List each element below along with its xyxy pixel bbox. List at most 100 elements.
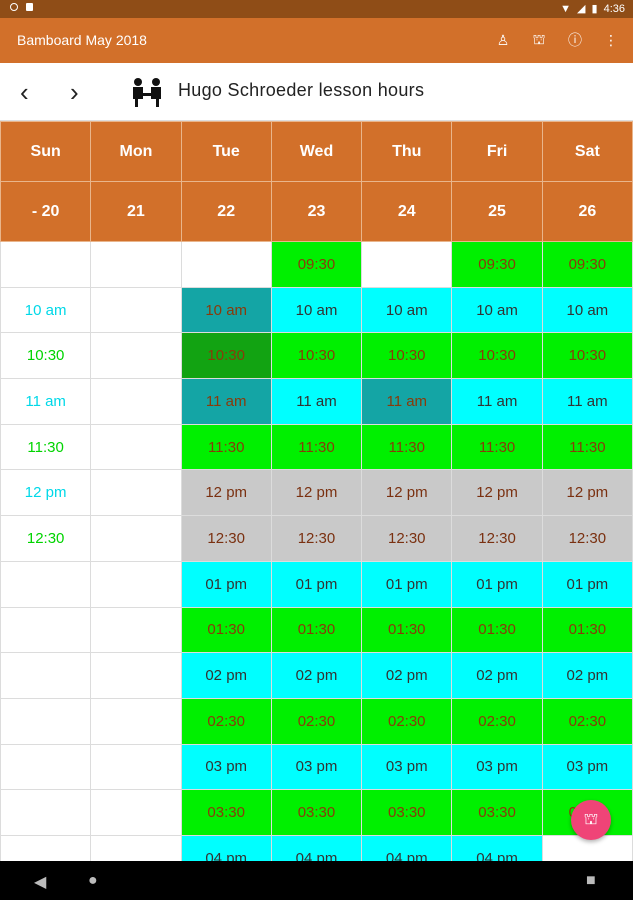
teacher-icon[interactable]: ♙ [493, 30, 513, 50]
time-slot-row: 10:30 10:30 10:30 10:30 10:30 10:30 [0, 332, 633, 380]
slot-sat[interactable]: 12 pm [541, 469, 633, 517]
next-week-button[interactable]: › [70, 79, 79, 105]
slot-sat[interactable]: 02:30 [541, 697, 633, 745]
slot-thu[interactable]: 03 pm [361, 743, 453, 791]
slot-fri[interactable]: 09:30 [451, 241, 543, 288]
slot-wed[interactable]: 03 pm [270, 743, 363, 791]
slot-thu[interactable]: 11 am [361, 378, 453, 425]
slot-wed[interactable]: 01 pm [270, 560, 363, 608]
date-header-row: - 20 21 22 23 24 25 26 [0, 181, 633, 242]
overflow-menu-icon[interactable]: ⋮ [601, 30, 621, 50]
slot-tue[interactable]: 10:30 [180, 332, 272, 380]
slot-thu[interactable]: 01:30 [361, 606, 453, 654]
day-wed: Wed [270, 121, 363, 182]
slot-fri[interactable]: 03:30 [451, 789, 543, 836]
slot-tue[interactable]: 03:30 [180, 789, 272, 836]
slot-tue[interactable]: 03 pm [180, 743, 272, 791]
app-title: Bamboard May 2018 [17, 32, 147, 48]
slot-tue[interactable]: 12:30 [180, 515, 272, 562]
previous-week-button[interactable]: ‹ [20, 79, 29, 105]
slot-sat[interactable]: 01:30 [541, 606, 633, 654]
slot-fri[interactable]: 11:30 [451, 423, 543, 471]
slot-wed[interactable]: 10:30 [270, 332, 363, 380]
time-label-sun: 10 am [0, 286, 92, 334]
slot-fri[interactable]: 01 pm [451, 560, 543, 608]
time-label-sun [0, 697, 92, 745]
slot-thu[interactable]: 01 pm [361, 560, 453, 608]
classroom-icon[interactable]: ⛫ [529, 30, 549, 50]
slot-thu[interactable]: 02 pm [361, 652, 453, 699]
slot-mon [90, 332, 182, 380]
help-icon[interactable]: ⓘ [565, 30, 585, 50]
time-label-sun [0, 241, 92, 288]
home-icon[interactable]: ● [88, 872, 98, 890]
time-slot-row: 02:30 02:30 02:30 02:30 02:30 [0, 697, 633, 745]
slot-fri[interactable]: 02 pm [451, 652, 543, 699]
slot-tue[interactable]: 11 am [180, 378, 272, 425]
slot-wed[interactable]: 02 pm [270, 652, 363, 699]
slot-wed[interactable]: 02:30 [270, 697, 363, 745]
slot-mon [90, 378, 182, 425]
slot-fri[interactable]: 03 pm [451, 743, 543, 791]
slot-fri[interactable]: 12:30 [451, 515, 543, 562]
slot-tue[interactable]: 11:30 [180, 423, 272, 471]
slot-wed[interactable]: 11 am [270, 378, 363, 425]
date-thu: 24 [361, 181, 453, 242]
slot-thu[interactable]: 12 pm [361, 469, 453, 517]
recents-icon[interactable]: ■ [586, 872, 596, 890]
slot-wed[interactable]: 10 am [270, 286, 363, 334]
slot-fri[interactable]: 02:30 [451, 697, 543, 745]
slot-sat[interactable]: 12:30 [541, 515, 633, 562]
back-icon[interactable]: ◀ [34, 872, 46, 892]
time-slot-row: 11:30 11:30 11:30 11:30 11:30 11:30 [0, 423, 633, 471]
time-label-sun [0, 560, 92, 608]
slot-sat[interactable]: 11:30 [541, 423, 633, 471]
slot-sat[interactable]: 10:30 [541, 332, 633, 380]
slot-wed[interactable]: 12:30 [270, 515, 363, 562]
slot-sat[interactable]: 01 pm [541, 560, 633, 608]
slot-wed[interactable]: 01:30 [270, 606, 363, 654]
date-tue: 22 [180, 181, 272, 242]
slot-mon [90, 469, 182, 517]
slot-fri[interactable]: 10:30 [451, 332, 543, 380]
slot-thu[interactable]: 10:30 [361, 332, 453, 380]
slot-mon [90, 560, 182, 608]
app-bar: Bamboard May 2018 ♙ ⛫ ⓘ ⋮ [0, 18, 633, 63]
slot-fri[interactable]: 11 am [451, 378, 543, 425]
slot-wed[interactable]: 11:30 [270, 423, 363, 471]
time-slot-row: 09:30 09:30 09:30 [0, 241, 633, 288]
slot-wed[interactable]: 09:30 [270, 241, 363, 288]
slot-tue[interactable]: 12 pm [180, 469, 272, 517]
slot-thu[interactable]: 03:30 [361, 789, 453, 836]
slot-fri[interactable]: 12 pm [451, 469, 543, 517]
slot-tue[interactable]: 02 pm [180, 652, 272, 699]
slot-sat[interactable]: 10 am [541, 286, 633, 334]
slot-sat[interactable]: 11 am [541, 378, 633, 425]
time-slot-row: 01:30 01:30 01:30 01:30 01:30 [0, 606, 633, 654]
slot-tue[interactable]: 10 am [180, 286, 272, 334]
slot-thu[interactable]: 10 am [361, 286, 453, 334]
add-lesson-fab[interactable]: ⛫ [571, 800, 611, 840]
slot-mon [90, 743, 182, 791]
slot-tue[interactable]: 01:30 [180, 606, 272, 654]
slot-thu[interactable]: 11:30 [361, 423, 453, 471]
slot-thu[interactable]: 02:30 [361, 697, 453, 745]
slot-wed[interactable]: 03:30 [270, 789, 363, 836]
slot-tue[interactable]: 01 pm [180, 560, 272, 608]
slot-thu [361, 241, 453, 288]
date-mon: 21 [90, 181, 182, 242]
slot-fri[interactable]: 01:30 [451, 606, 543, 654]
slot-sat[interactable]: 02 pm [541, 652, 633, 699]
slot-sat[interactable]: 03 pm [541, 743, 633, 791]
clock: 4:36 [603, 2, 625, 15]
slot-thu[interactable]: 12:30 [361, 515, 453, 562]
system-navigation-bar: ◀ ● ■ [0, 861, 633, 900]
classroom-icon: ⛫ [583, 811, 599, 828]
slot-tue[interactable]: 02:30 [180, 697, 272, 745]
slot-fri[interactable]: 10 am [451, 286, 543, 334]
slot-wed[interactable]: 12 pm [270, 469, 363, 517]
battery-icon: ▮ [591, 3, 598, 15]
slot-sat[interactable]: 09:30 [541, 241, 633, 288]
date-wed: 23 [270, 181, 363, 242]
signal-icon: ◢ [577, 3, 586, 15]
